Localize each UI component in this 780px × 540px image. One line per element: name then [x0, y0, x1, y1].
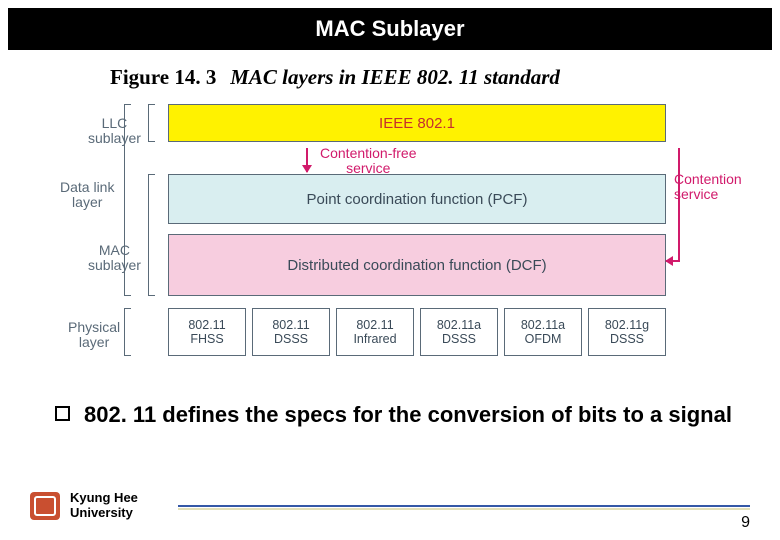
- label-contention: Contention service: [674, 172, 742, 203]
- page-number: 9: [741, 514, 750, 532]
- phys-cell-line1: 802.11g: [605, 318, 649, 332]
- arrow-down-icon: [306, 148, 308, 172]
- phys-cell-line1: 802.11: [272, 318, 309, 332]
- phys-cell-line2: OFDM: [525, 332, 562, 346]
- label-llc-sublayer: LLC sublayer: [88, 116, 141, 147]
- slide-footer: Kyung Hee University: [30, 491, 750, 520]
- bracket-icon: [148, 104, 149, 142]
- university-logo-icon: [30, 492, 60, 520]
- label-data-link-layer: Data link layer: [60, 180, 114, 211]
- label-physical-layer: Physical layer: [68, 320, 120, 351]
- slide-title-bar: MAC Sublayer: [8, 8, 772, 50]
- phys-cell-line1: 802.11a: [437, 318, 481, 332]
- phys-cell-g-dsss: 802.11g DSSS: [588, 308, 666, 356]
- footer-divider: [178, 505, 750, 507]
- phys-cell-dsss: 802.11 DSSS: [252, 308, 330, 356]
- bullet-point: 802. 11 defines the specs for the conver…: [55, 400, 750, 430]
- phys-cell-line2: DSSS: [442, 332, 476, 346]
- phys-cell-line2: DSSS: [610, 332, 644, 346]
- slide-title: MAC Sublayer: [315, 16, 464, 42]
- phys-cell-line2: FHSS: [190, 332, 223, 346]
- figure-number: Figure 14. 3: [110, 65, 216, 89]
- bullet-text: 802. 11 defines the specs for the conver…: [84, 400, 732, 430]
- box-ieee-8021: IEEE 802.1: [168, 104, 666, 142]
- box-dcf: Distributed coordination function (DCF): [168, 234, 666, 296]
- physical-layer-row: 802.11 FHSS 802.11 DSSS 802.11 Infrared …: [168, 308, 666, 356]
- bracket-icon: [148, 174, 149, 296]
- figure-caption: MAC layers in IEEE 802. 11 standard: [230, 65, 560, 89]
- phys-cell-line1: 802.11a: [521, 318, 565, 332]
- phys-cell-line1: 802.11: [356, 318, 393, 332]
- figure-label: Figure 14. 3 MAC layers in IEEE 802. 11 …: [110, 65, 560, 90]
- university-name: Kyung Hee University: [70, 491, 138, 520]
- phys-cell-a-dsss: 802.11a DSSS: [420, 308, 498, 356]
- bullet-icon: [55, 406, 70, 421]
- arrow-line-icon: [678, 148, 680, 262]
- mac-layers-diagram: LLC sublayer Data link layer MAC sublaye…: [60, 100, 740, 380]
- label-contention-free: Contention-free service: [320, 146, 417, 177]
- bracket-icon: [124, 104, 125, 296]
- label-mac-sublayer: MAC sublayer: [88, 243, 141, 274]
- phys-cell-infrared: 802.11 Infrared: [336, 308, 414, 356]
- box-pcf: Point coordination function (PCF): [168, 174, 666, 224]
- phys-cell-line2: Infrared: [353, 332, 396, 346]
- phys-cell-line1: 802.11: [188, 318, 225, 332]
- bracket-icon: [124, 308, 125, 356]
- arrow-left-icon: [666, 260, 680, 262]
- phys-cell-fhss: 802.11 FHSS: [168, 308, 246, 356]
- phys-cell-line2: DSSS: [274, 332, 308, 346]
- phys-cell-a-ofdm: 802.11a OFDM: [504, 308, 582, 356]
